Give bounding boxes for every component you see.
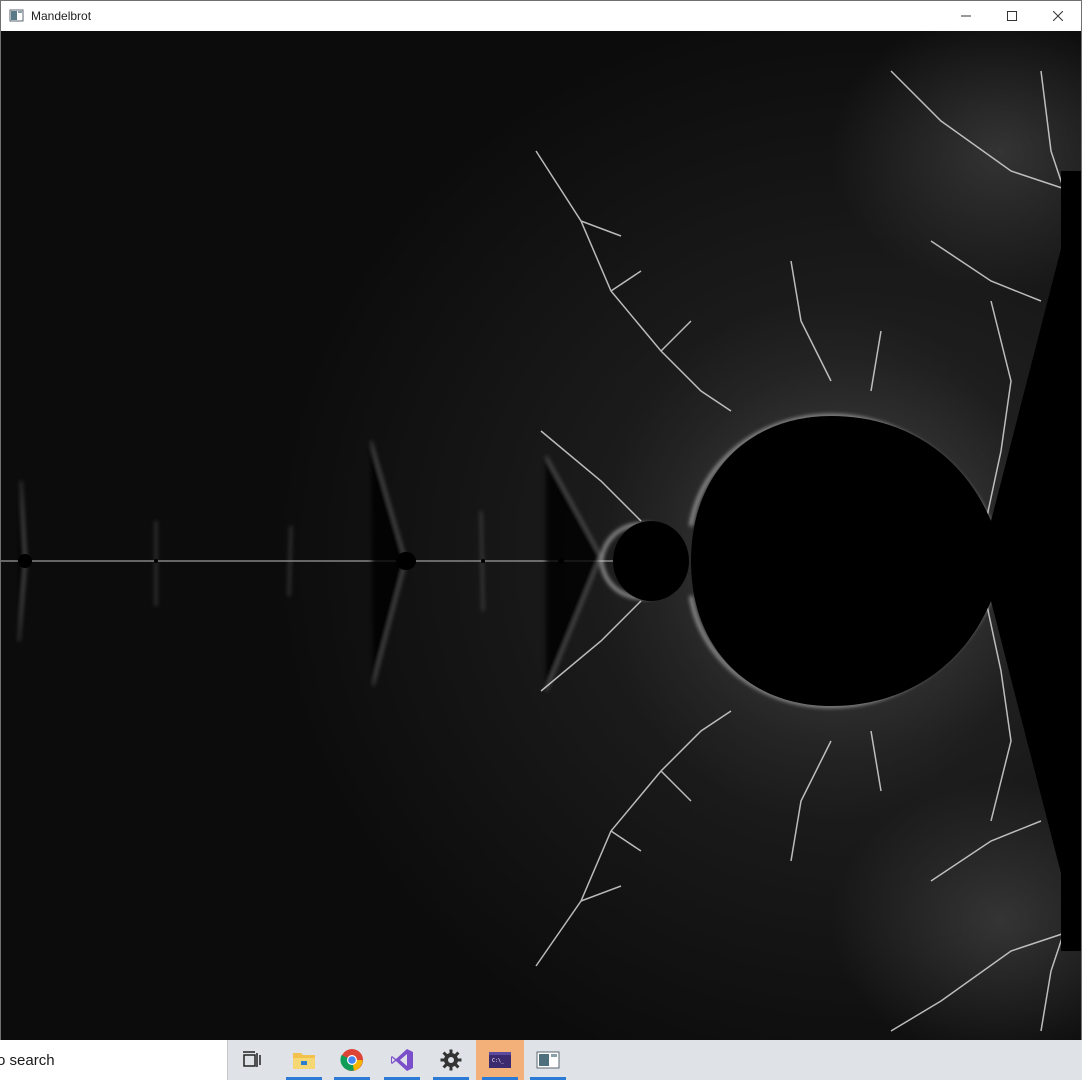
- app-window: Mandelbrot: [0, 0, 1082, 1040]
- gear-icon: [440, 1049, 462, 1071]
- fractal-image: [1, 31, 1081, 1040]
- task-view-icon: [243, 1051, 261, 1067]
- maximize-icon: [1007, 11, 1017, 21]
- visual-studio-icon: [391, 1049, 413, 1071]
- caption-buttons: [943, 1, 1081, 31]
- minimize-icon: [961, 15, 971, 17]
- minimize-button[interactable]: [943, 1, 989, 31]
- maximize-button[interactable]: [989, 1, 1035, 31]
- window-title: Mandelbrot: [31, 9, 92, 23]
- taskbar-file-explorer[interactable]: [280, 1040, 328, 1080]
- taskbar-settings[interactable]: [427, 1040, 475, 1080]
- folder-icon: [293, 1053, 315, 1069]
- search-input[interactable]: o search: [0, 1040, 228, 1080]
- app-window-icon: [9, 8, 25, 24]
- search-placeholder: o search: [0, 1051, 55, 1069]
- mandelbrot-canvas[interactable]: [1, 31, 1081, 1040]
- taskbar-mandelbrot-app[interactable]: [524, 1040, 572, 1080]
- taskbar-chrome[interactable]: [328, 1040, 376, 1080]
- close-icon: [1053, 11, 1063, 21]
- close-button[interactable]: [1035, 1, 1081, 31]
- taskbar-task-view[interactable]: [228, 1040, 276, 1080]
- taskbar-console[interactable]: C:\_: [476, 1040, 524, 1080]
- chrome-icon: [340, 1049, 363, 1071]
- title-bar[interactable]: Mandelbrot: [1, 1, 1081, 31]
- console-icon: C:\_: [489, 1052, 511, 1068]
- taskbar: o search C:\_: [0, 1040, 1082, 1080]
- taskbar-visual-studio[interactable]: [378, 1040, 426, 1080]
- app-window-icon: [536, 1051, 560, 1069]
- svg-text:C:\_: C:\_: [492, 1058, 505, 1064]
